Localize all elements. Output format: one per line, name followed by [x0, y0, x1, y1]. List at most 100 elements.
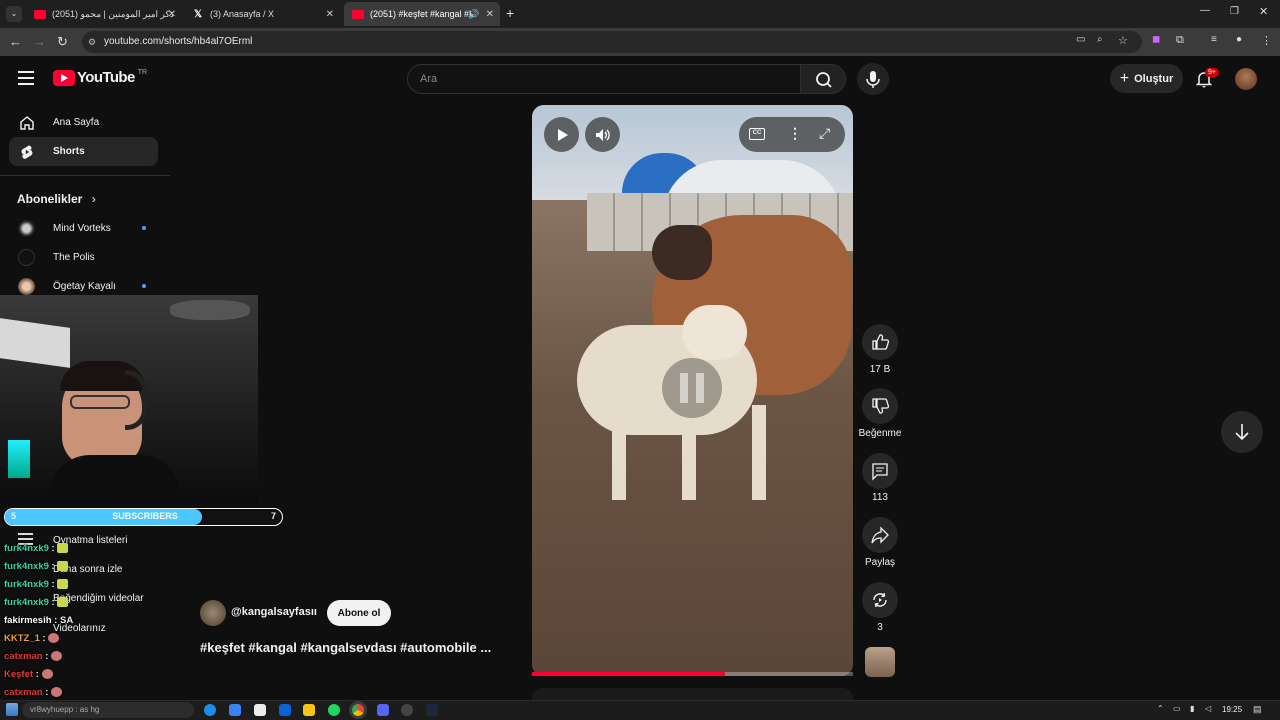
- video-progress-bar[interactable]: [532, 672, 853, 676]
- sidebar-item-home[interactable]: Ana Sayfa: [9, 108, 158, 137]
- media-control-icon[interactable]: ≡: [1211, 34, 1217, 45]
- search-button[interactable]: [800, 64, 846, 94]
- volume-tray-icon[interactable]: ◁: [1205, 704, 1211, 713]
- sidebar-item-label: Ana Sayfa: [53, 117, 100, 128]
- comment-icon: [872, 463, 888, 481]
- subscriber-goal-label: SUBSCRIBERS: [112, 511, 178, 521]
- taskbar-clock[interactable]: 19:25: [1222, 705, 1242, 714]
- thumbs-down-icon: [872, 398, 890, 414]
- channel-avatar[interactable]: [200, 600, 226, 626]
- channel-name[interactable]: @kangalsayfasıı: [231, 606, 317, 618]
- obs-icon[interactable]: [401, 704, 413, 716]
- tab-2[interactable]: 𝕏 (3) Anasayfa / X ✕: [184, 2, 340, 26]
- comments-button[interactable]: [862, 453, 898, 489]
- subscription-item[interactable]: Mind Vorteks: [18, 220, 146, 237]
- subscription-item[interactable]: Ögetay Kayalı: [18, 278, 146, 295]
- start-icon[interactable]: [6, 703, 18, 716]
- store-icon[interactable]: [254, 704, 266, 716]
- video-progress-fill: [532, 672, 725, 676]
- edge-icon[interactable]: [204, 704, 216, 716]
- more-options-icon[interactable]: ⋮: [788, 125, 802, 142]
- streamer-webcam: [0, 295, 258, 503]
- video-white-dog-head: [682, 305, 747, 360]
- volume-button[interactable]: [585, 117, 620, 152]
- notification-center-icon[interactable]: ▤: [1253, 704, 1262, 715]
- fullscreen-icon[interactable]: ⤢: [819, 125, 830, 142]
- channel-avatar: [18, 220, 35, 237]
- share-button[interactable]: [862, 517, 898, 553]
- copilot-icon[interactable]: [229, 704, 241, 716]
- tab-label: (2051) #keşfet #kangal #ka: [370, 9, 474, 19]
- account-avatar[interactable]: [1235, 68, 1257, 90]
- steam-icon[interactable]: [426, 704, 438, 716]
- cast-icon[interactable]: ▭: [1076, 34, 1085, 45]
- site-info-icon[interactable]: ⚙: [88, 31, 96, 53]
- close-window-button[interactable]: ✕: [1259, 5, 1268, 18]
- pause-overlay-icon[interactable]: [662, 358, 722, 418]
- chat-user: furk4nxk9: [4, 597, 49, 608]
- remix-button[interactable]: [862, 582, 898, 618]
- emote-icon: [57, 579, 69, 590]
- taskbar-search[interactable]: vr8wyhuepp : as hg: [22, 702, 194, 718]
- search-icon: [816, 72, 832, 88]
- chat-message: furk4nxk9 :: [4, 579, 69, 590]
- tab-1[interactable]: (2051) ذكر امير المومنين | محمو ✕: [26, 2, 182, 26]
- channel-avatar: [18, 249, 35, 266]
- new-tab-button[interactable]: +: [506, 5, 514, 21]
- hamburger-menu-icon[interactable]: [18, 71, 34, 85]
- extension-icon[interactable]: ◼: [1152, 34, 1160, 45]
- microphone-icon: [866, 71, 880, 88]
- outlook-icon[interactable]: [279, 704, 291, 716]
- restore-button[interactable]: ❐: [1230, 6, 1239, 17]
- create-button[interactable]: + Oluştur: [1110, 64, 1183, 93]
- discord-icon[interactable]: [377, 704, 389, 716]
- sidebar-item-shorts[interactable]: Shorts: [9, 137, 158, 166]
- url-field[interactable]: ⚙ youtube.com/shorts/hb4al7OErml: [82, 31, 1142, 53]
- tab-3-active[interactable]: (2051) #keşfet #kangal #ka 🔊 ✕: [344, 2, 500, 26]
- tab-search-icon[interactable]: ⌄: [6, 6, 22, 22]
- captions-icon[interactable]: CC: [749, 128, 765, 140]
- emote-icon: [51, 651, 63, 662]
- close-icon[interactable]: ✕: [326, 9, 334, 20]
- next-short-button[interactable]: [1221, 411, 1263, 453]
- like-button[interactable]: [862, 324, 898, 360]
- zoom-icon[interactable]: ⌕: [1097, 34, 1103, 45]
- subscribe-button[interactable]: Abone ol: [327, 600, 391, 626]
- subscription-item[interactable]: The Polis: [18, 249, 95, 266]
- speaker-icon[interactable]: 🔊: [468, 9, 479, 20]
- search-input[interactable]: Ara: [407, 64, 801, 94]
- subscriber-goal-bar: SUBSCRIBERS 5 7: [4, 508, 283, 526]
- chat-message: catxman :: [4, 687, 63, 698]
- channel-name: Ögetay Kayalı: [53, 281, 116, 292]
- extensions-puzzle-icon[interactable]: ⧉: [1176, 34, 1184, 47]
- chat-user: catxman: [4, 687, 43, 698]
- chat-user: furk4nxk9: [4, 579, 49, 590]
- bookmark-star-icon[interactable]: ☆: [1118, 34, 1128, 47]
- voice-search-button[interactable]: [857, 63, 889, 95]
- tray-chevron-icon[interactable]: ⌃: [1157, 704, 1164, 713]
- close-icon[interactable]: ✕: [168, 9, 176, 20]
- mic-tray-icon[interactable]: ▮: [1190, 704, 1194, 713]
- network-icon[interactable]: ▭: [1173, 704, 1181, 713]
- chrome-icon[interactable]: [352, 704, 364, 716]
- emote-icon: [41, 669, 53, 680]
- minimize-button[interactable]: —: [1200, 5, 1210, 16]
- spotify-icon[interactable]: [328, 704, 340, 716]
- forward-icon[interactable]: →: [33, 34, 46, 49]
- play-button[interactable]: [544, 117, 579, 152]
- youtube-logo[interactable]: YouTube TR: [53, 69, 147, 86]
- back-icon[interactable]: ←: [9, 34, 22, 49]
- sound-thumbnail[interactable]: [865, 647, 895, 677]
- home-icon: [20, 116, 34, 130]
- short-title[interactable]: #keşfet #kangal #kangalsevdası #automobi…: [200, 640, 491, 655]
- dislike-button[interactable]: [862, 388, 898, 424]
- taskbar-search-text: vr8wyhuepp : as hg: [30, 705, 100, 714]
- subscriptions-heading[interactable]: Abonelikler ›: [17, 192, 96, 206]
- file-explorer-icon[interactable]: [303, 704, 315, 716]
- profile-icon[interactable]: ●: [1236, 34, 1242, 45]
- browser-menu-icon[interactable]: ⋮: [1261, 34, 1272, 47]
- reload-icon[interactable]: ↻: [57, 34, 68, 50]
- close-icon[interactable]: ✕: [486, 9, 494, 20]
- streamer-shirt: [50, 455, 180, 503]
- next-short-preview: [532, 688, 853, 700]
